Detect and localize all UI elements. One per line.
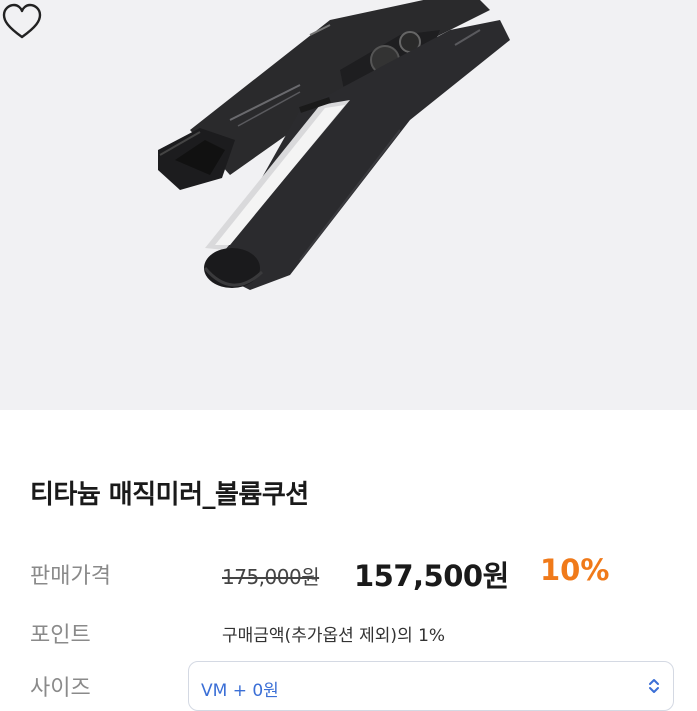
points-text: 구매금액(추가옵션 제외)의 1% bbox=[222, 626, 446, 646]
product-image bbox=[0, 0, 697, 410]
heart-icon[interactable] bbox=[0, 0, 44, 44]
sale-price: 157,500원 bbox=[354, 559, 509, 593]
chevron-updown-icon bbox=[649, 679, 659, 693]
discount-rate: 10% bbox=[540, 553, 610, 587]
size-label: 사이즈 bbox=[30, 676, 91, 701]
points-label: 포인트 bbox=[30, 623, 91, 648]
price-label: 판매가격 bbox=[30, 564, 111, 589]
size-select[interactable]: VM + 0원 bbox=[188, 661, 674, 711]
hair-straightener-illustration bbox=[158, 0, 510, 290]
size-selected-value: VM + 0원 bbox=[201, 681, 279, 701]
original-price: 175,000원 bbox=[222, 565, 320, 589]
product-title: 티타늄 매직미러_볼륨쿠션 bbox=[30, 480, 309, 510]
